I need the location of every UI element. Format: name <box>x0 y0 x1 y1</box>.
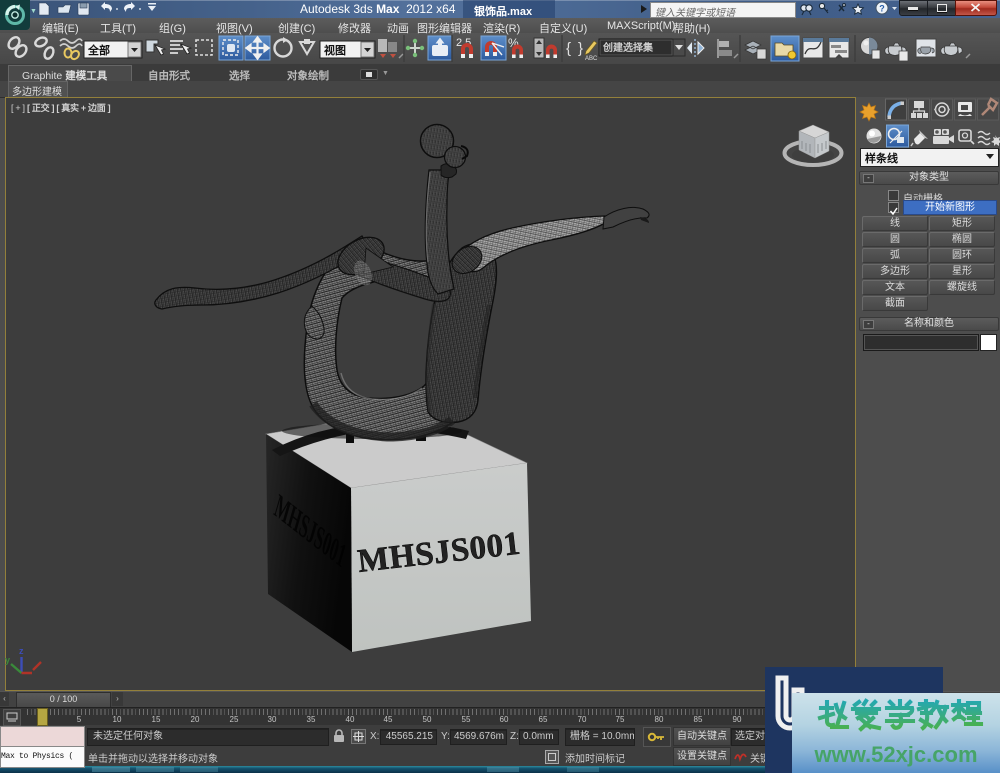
svg-text:z: z <box>19 646 24 656</box>
svg-text:ABC: ABC <box>585 56 598 62</box>
svg-text:?: ? <box>879 4 885 14</box>
svg-text:y: y <box>5 655 10 665</box>
svg-text:创建选择集: 创建选择集 <box>602 41 654 54</box>
svg-text:{: { <box>566 40 571 57</box>
svg-text:www.52xjc.com: www.52xjc.com <box>813 742 977 767</box>
svg-text:视图: 视图 <box>324 43 346 57</box>
svg-text:全部: 全部 <box>87 43 110 57</box>
svg-text:}: } <box>578 40 583 57</box>
